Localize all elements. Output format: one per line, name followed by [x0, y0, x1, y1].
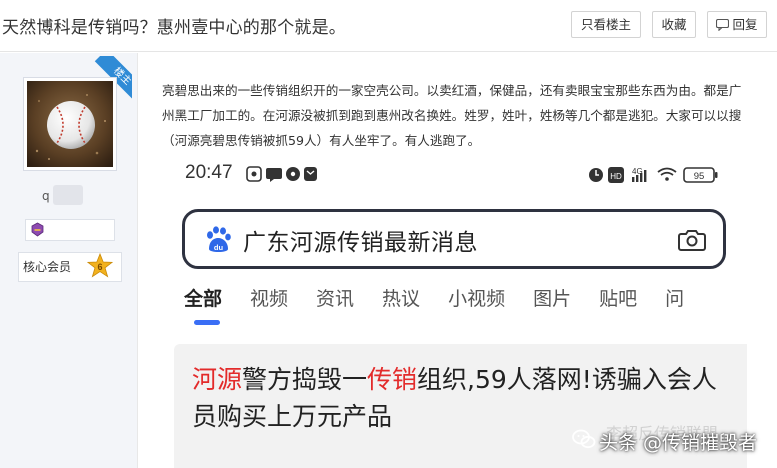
level-label: 核心会员 — [23, 260, 72, 274]
post-body: 亮碧思出来的一些传销组织开的一家空壳公司。以卖红酒，保健品，还有卖眼宝宝那些东西… — [162, 83, 742, 148]
only-op-button[interactable]: 只看楼主 — [571, 11, 641, 38]
tab-hot[interactable]: 热议 — [382, 284, 420, 311]
status-bar-right-icons: HD 4G 95 — [589, 167, 718, 183]
svg-text:HD: HD — [610, 172, 622, 181]
svg-text:6: 6 — [97, 262, 102, 272]
tab-tieba[interactable]: 贴吧 — [599, 284, 637, 311]
author-name[interactable]: q — [42, 189, 50, 203]
tab-all[interactable]: 全部 — [184, 284, 222, 311]
camera-icon[interactable] — [678, 227, 706, 253]
reply-button[interactable]: 回复 — [707, 11, 767, 38]
favorite-button[interactable]: 收藏 — [652, 11, 696, 38]
purple-medal-icon — [31, 222, 44, 237]
tab-ask[interactable]: 问 — [665, 284, 684, 311]
svg-text:95: 95 — [694, 171, 705, 182]
search-input[interactable]: du 广东河源传销最新消息 — [182, 209, 726, 269]
tab-images[interactable]: 图片 — [533, 284, 571, 311]
tab-video[interactable]: 视频 — [250, 284, 288, 311]
author-name-blurred — [53, 185, 83, 205]
search-query: 广东河源传销最新消息 — [243, 230, 478, 256]
thread-header: 天然博科是传销吗？惠州壹中心的那个就是。 只看楼主 收藏 回复 — [0, 0, 777, 52]
status-time: 20:47 — [185, 162, 233, 183]
level-star-icon: 6 — [87, 253, 113, 278]
baseball-avatar-icon — [27, 81, 113, 167]
avatar[interactable] — [23, 77, 117, 171]
svg-text:du: du — [214, 243, 224, 252]
watermark-text: 头条 @传销摧毁者 — [599, 432, 758, 454]
active-tab-indicator — [194, 320, 220, 325]
reply-icon — [716, 19, 730, 31]
search-tabs: 全部 视频 资讯 热议 小视频 图片 贴吧 问 — [184, 284, 712, 311]
wechat-icon — [572, 429, 596, 449]
thread-title: 天然博科是传销吗？惠州壹中心的那个就是。 — [2, 18, 346, 38]
tab-news[interactable]: 资讯 — [316, 284, 354, 311]
reply-label: 回复 — [732, 17, 758, 32]
notification-icons — [246, 166, 317, 182]
tab-short-video[interactable]: 小视频 — [448, 284, 505, 311]
baidu-paw-icon: du — [207, 226, 231, 252]
